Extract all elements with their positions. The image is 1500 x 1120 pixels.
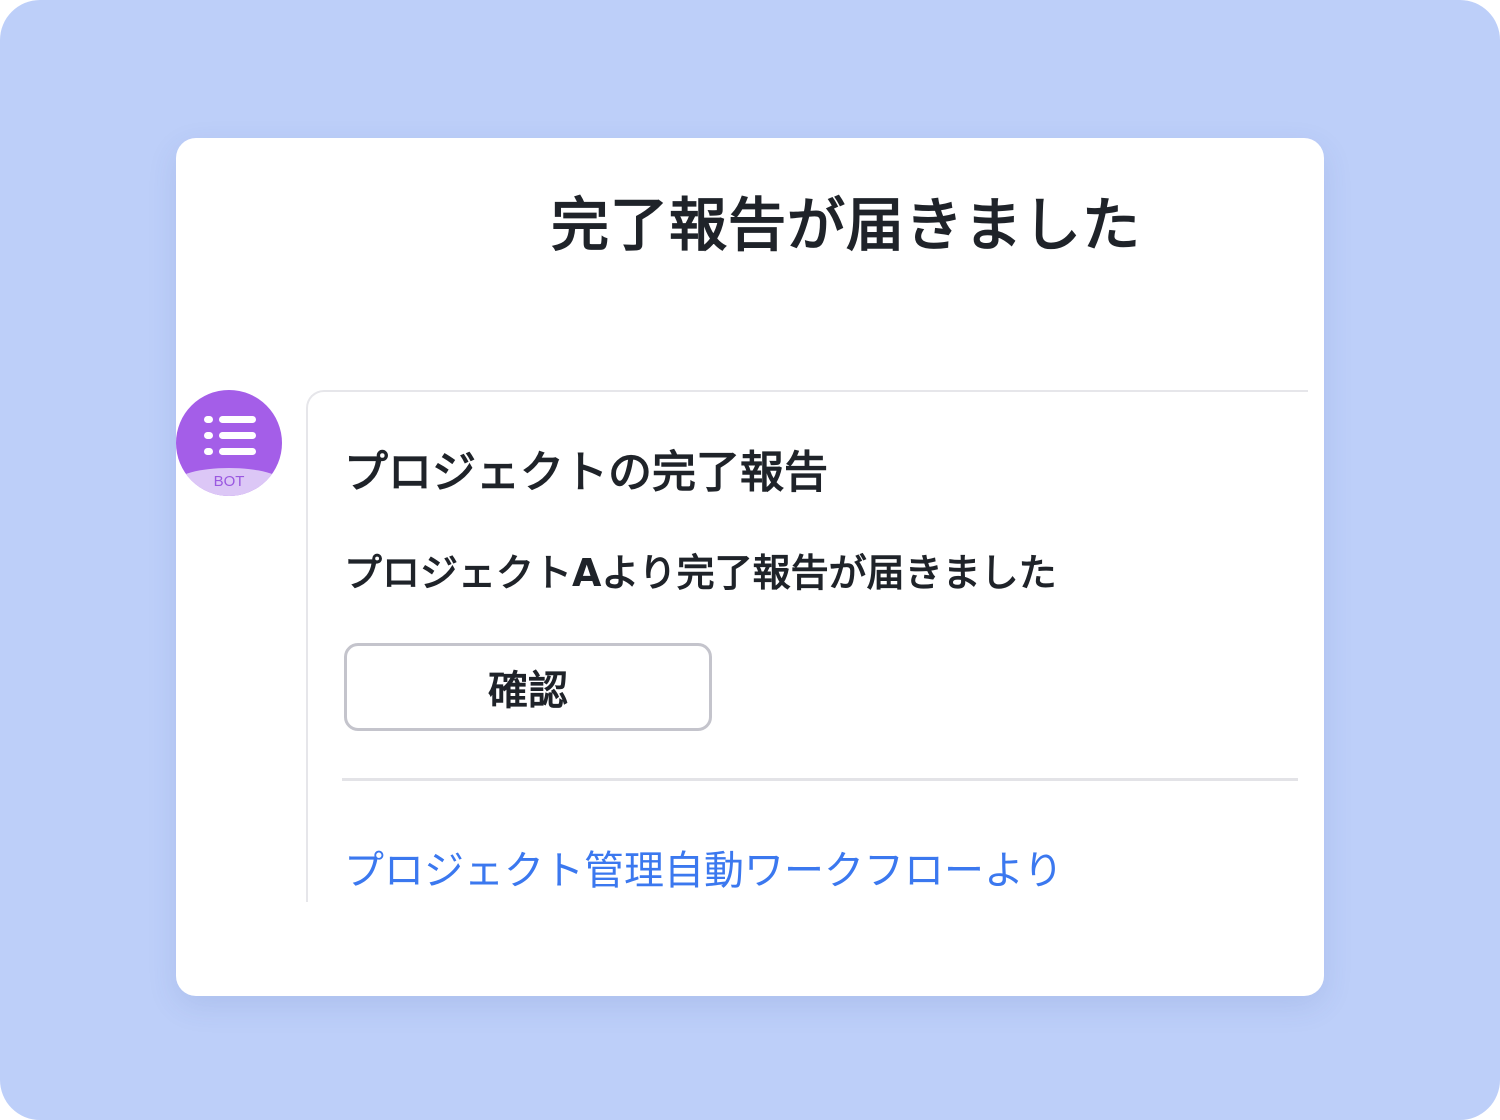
message-body: プロジェクトAより完了報告が届きました <box>344 551 1057 595</box>
workflow-source-link[interactable]: プロジェクト管理自動ワークフローより <box>344 838 1063 896</box>
divider <box>342 778 1298 781</box>
notification-card: 完了報告が届きました BOT プロジェクトの完了報告 プロジェクトAより完了報告… <box>176 138 1324 996</box>
confirm-button[interactable]: 確認 <box>344 643 712 731</box>
message-heading: プロジェクトの完了報告 <box>344 447 828 498</box>
list-icon <box>204 416 256 455</box>
page-title: 完了報告が届きました <box>550 191 1141 259</box>
message-card: プロジェクトの完了報告 プロジェクトAより完了報告が届きました 確認 プロジェク… <box>306 390 1308 902</box>
bot-avatar[interactable]: BOT <box>176 390 282 496</box>
bot-badge: BOT <box>176 468 282 496</box>
